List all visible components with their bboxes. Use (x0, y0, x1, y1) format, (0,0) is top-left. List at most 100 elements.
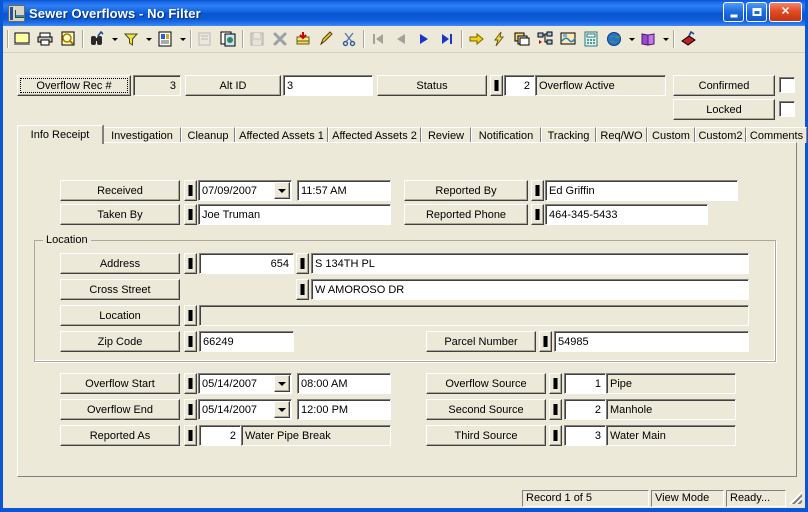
tab-custom2[interactable]: Custom2 (695, 127, 746, 143)
address-number-input[interactable]: 654 (199, 253, 294, 274)
display-form-icon[interactable] (11, 28, 34, 50)
received-time-input[interactable]: 11:57 AM (297, 180, 391, 201)
location-lookup-button[interactable] (184, 305, 197, 326)
tab-affected-assets-2[interactable]: Affected Assets 2 (328, 127, 421, 143)
print-preview-icon[interactable] (57, 28, 80, 50)
find-dropdown-arrow[interactable] (109, 28, 120, 50)
overflow-source-code-input[interactable]: 1 (564, 373, 606, 394)
windows-cascade-icon[interactable] (511, 28, 534, 50)
overflow-rec-button[interactable]: Overflow Rec # (17, 75, 131, 96)
locked-button[interactable]: Locked (673, 99, 775, 120)
tab-investigation[interactable]: Investigation (103, 127, 181, 143)
cross-street-button[interactable]: Cross Street (60, 279, 180, 300)
next-record-icon[interactable] (413, 28, 436, 50)
received-button[interactable]: Received (60, 180, 180, 201)
last-record-icon[interactable] (436, 28, 459, 50)
tab-custom[interactable]: Custom (647, 127, 695, 143)
confirmed-checkbox[interactable] (779, 77, 795, 93)
alt-id-button[interactable]: Alt ID (185, 75, 281, 96)
post-records-icon[interactable] (292, 28, 315, 50)
status-code-input[interactable]: 2 (504, 75, 535, 96)
address-button[interactable]: Address (60, 253, 180, 274)
copy-record-icon[interactable] (217, 28, 240, 50)
save-icon[interactable] (246, 28, 269, 50)
tab-req-wo[interactable]: Req/WO (596, 127, 647, 143)
address-number-lookup-button[interactable] (184, 253, 197, 274)
address-street-input[interactable]: S 134TH PL (311, 253, 749, 274)
reported-by-button[interactable]: Reported By (404, 180, 528, 201)
filter-dropdown-arrow[interactable] (143, 28, 154, 50)
cross-street-input[interactable]: W AMOROSO DR (311, 279, 749, 300)
globe-internet-icon[interactable] (603, 28, 626, 50)
taken-by-lookup-button[interactable] (184, 204, 197, 225)
globe-dropdown-arrow[interactable] (626, 28, 637, 50)
page-setup-icon[interactable] (194, 28, 217, 50)
zip-code-input[interactable]: 66249 (199, 331, 294, 352)
previous-record-icon[interactable] (390, 28, 413, 50)
map-view-icon[interactable] (557, 28, 580, 50)
reported-phone-button[interactable]: Reported Phone (404, 204, 528, 225)
third-source-code-input[interactable]: 3 (564, 425, 606, 446)
minimize-button[interactable] (723, 2, 744, 22)
overflow-source-button[interactable]: Overflow Source (426, 373, 546, 394)
status-lookup-button[interactable] (490, 75, 503, 96)
print-icon[interactable] (34, 28, 57, 50)
locked-checkbox[interactable] (779, 101, 795, 117)
tab-review[interactable]: Review (421, 127, 471, 143)
edit-pencil-icon[interactable] (315, 28, 338, 50)
reported-as-lookup-button[interactable] (184, 425, 197, 446)
reported-as-code-input[interactable]: 2 (199, 425, 241, 446)
goto-arrow-icon[interactable] (465, 28, 488, 50)
zip-code-button[interactable]: Zip Code (60, 331, 180, 352)
tab-cleanup[interactable]: Cleanup (181, 127, 235, 143)
cut-scissors-icon[interactable] (338, 28, 361, 50)
parcel-number-input[interactable]: 54985 (554, 331, 749, 352)
received-date-dropdown[interactable] (274, 182, 290, 199)
parcel-number-button[interactable]: Parcel Number (426, 331, 536, 352)
maximize-button[interactable] (746, 2, 767, 22)
tab-comments[interactable]: Comments (746, 127, 807, 143)
report-dropdown-arrow[interactable] (177, 28, 188, 50)
overflow-source-lookup-button[interactable] (549, 373, 562, 394)
overflow-end-date-dropdown[interactable] (274, 401, 290, 418)
second-source-button[interactable]: Second Source (426, 399, 546, 420)
overflow-start-time-input[interactable]: 08:00 AM (297, 373, 391, 394)
tab-tracking[interactable]: Tracking (541, 127, 596, 143)
overflow-end-time-input[interactable]: 12:00 PM (297, 399, 391, 420)
help-book-icon[interactable] (637, 28, 660, 50)
reported-as-button[interactable]: Reported As (60, 425, 180, 446)
status-button[interactable]: Status (377, 75, 487, 96)
received-lookup-button[interactable] (184, 180, 197, 201)
second-source-code-input[interactable]: 2 (564, 399, 606, 420)
parcel-number-lookup-button[interactable] (539, 331, 552, 352)
cross-street-lookup-button[interactable] (296, 279, 309, 300)
tab-notification[interactable]: Notification (471, 127, 541, 143)
report-icon[interactable] (154, 28, 177, 50)
tab-affected-assets-1[interactable]: Affected Assets 1 (235, 127, 328, 143)
address-street-lookup-button[interactable] (296, 253, 309, 274)
filter-funnel-icon[interactable] (120, 28, 143, 50)
taken-by-button[interactable]: Taken By (60, 204, 180, 225)
resize-grip-icon[interactable] (789, 491, 803, 505)
third-source-lookup-button[interactable] (549, 425, 562, 446)
second-source-lookup-button[interactable] (549, 399, 562, 420)
location-input[interactable] (199, 305, 749, 326)
exit-door-icon[interactable] (677, 28, 700, 50)
delete-x-icon[interactable] (269, 28, 292, 50)
reported-phone-input[interactable]: 464-345-5433 (545, 204, 708, 225)
overflow-end-button[interactable]: Overflow End (60, 399, 180, 420)
close-button[interactable]: ✕ (769, 2, 802, 22)
third-source-button[interactable]: Third Source (426, 425, 546, 446)
first-record-icon[interactable] (367, 28, 390, 50)
overflow-end-lookup-button[interactable] (184, 399, 197, 420)
location-button[interactable]: Location (60, 305, 180, 326)
overflow-start-lookup-button[interactable] (184, 373, 197, 394)
alt-id-input[interactable]: 3 (283, 75, 373, 96)
overflow-start-date-dropdown[interactable] (274, 375, 290, 392)
tab-info-receipt[interactable]: Info Receipt (17, 125, 103, 144)
zip-code-lookup-button[interactable] (184, 331, 197, 352)
reported-by-lookup-button[interactable] (531, 180, 544, 201)
confirmed-button[interactable]: Confirmed (673, 75, 775, 96)
tree-view-icon[interactable] (534, 28, 557, 50)
reported-phone-lookup-button[interactable] (531, 204, 544, 225)
